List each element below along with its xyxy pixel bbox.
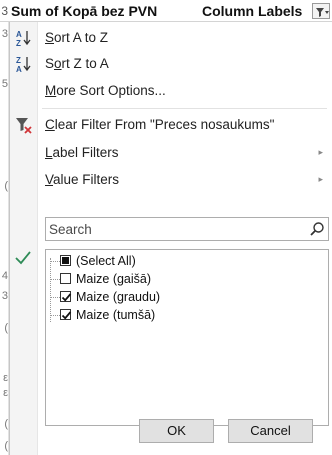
- svg-text:A: A: [16, 65, 22, 73]
- clear-filter-item[interactable]: Clear Filter From "Preces nosaukums": [10, 112, 332, 137]
- checkbox-check-icon: [61, 311, 72, 320]
- search-icon[interactable]: [309, 221, 325, 237]
- autofilter-menu: A Z Sort A to Z Z A Sort Z to A More Sor…: [9, 22, 332, 455]
- column-labels-header: Column Labels: [202, 3, 303, 19]
- sort-ascending-icon: A Z: [16, 30, 31, 47]
- filter-dropdown-button[interactable]: [312, 3, 330, 19]
- checkmark-icon: [15, 251, 31, 265]
- checkbox-check-icon: [61, 293, 72, 302]
- menu-separator: [42, 108, 327, 109]
- list-item-maize-tumsa[interactable]: Maize (tumšā): [46, 306, 328, 324]
- gutter-digit: 3: [1, 28, 8, 40]
- sort-z-to-a-label: Sort Z to A: [45, 56, 109, 71]
- gutter-digit: 4: [1, 270, 8, 282]
- ok-button[interactable]: OK: [139, 419, 214, 443]
- item-checkbox[interactable]: [60, 273, 71, 284]
- filter-values-list: (Select All) Maize (gaišā) Maize (graudu…: [45, 249, 329, 426]
- list-item-maize-graudu[interactable]: Maize (graudu): [46, 288, 328, 306]
- search-box: [45, 217, 329, 241]
- sort-a-to-z-item[interactable]: A Z Sort A to Z: [10, 25, 332, 50]
- label-filters-item[interactable]: Label Filters ▸: [10, 140, 332, 165]
- filter-dropdown-icon: [316, 8, 329, 17]
- gutter-digit: ε: [3, 372, 8, 384]
- cancel-button[interactable]: Cancel: [228, 419, 313, 443]
- select-all-checkbox[interactable]: [60, 255, 71, 266]
- list-item-label: Maize (graudu): [76, 290, 161, 304]
- gutter-digit: 5: [1, 78, 8, 90]
- more-sort-options-item[interactable]: More Sort Options...: [10, 78, 332, 103]
- clear-filter-icon: [16, 118, 32, 134]
- gutter-digit: (: [4, 440, 8, 452]
- gutter-digit: (: [4, 418, 8, 430]
- gutter-digit: (: [4, 322, 8, 334]
- list-item-maize-gaisa[interactable]: Maize (gaišā): [46, 270, 328, 288]
- row-number: 3: [1, 4, 8, 18]
- clear-filter-label: Clear Filter From "Preces nosaukums": [45, 117, 275, 132]
- submenu-arrow-icon: ▸: [318, 174, 323, 184]
- sort-descending-icon: Z A: [16, 56, 31, 73]
- more-sort-options-label: More Sort Options...: [45, 83, 166, 98]
- value-filters-label: Value Filters: [45, 172, 120, 187]
- item-checkbox[interactable]: [60, 309, 72, 320]
- pivot-header-row: 3 Sum of Kopā bez PVN Column Labels: [0, 0, 332, 22]
- sort-a-to-z-label: Sort A to Z: [45, 30, 109, 45]
- value-filters-item[interactable]: Value Filters ▸: [10, 167, 332, 192]
- list-item-select-all[interactable]: (Select All): [46, 252, 328, 270]
- gutter-digit: ε: [3, 387, 8, 399]
- row-gutter: 3 5 ( 4 3 ( ε ε ( (: [0, 22, 9, 455]
- svg-text:A: A: [16, 30, 22, 39]
- item-checkbox[interactable]: [60, 291, 72, 302]
- list-item-label: Maize (tumšā): [76, 308, 156, 322]
- label-filters-label: Label Filters: [45, 145, 119, 160]
- svg-text:Z: Z: [16, 56, 21, 65]
- pivot-values-label: Sum of Kopā bez PVN: [11, 3, 158, 19]
- list-item-label: (Select All): [76, 254, 136, 268]
- sort-z-to-a-item[interactable]: Z A Sort Z to A: [10, 51, 332, 76]
- list-item-label: Maize (gaišā): [76, 272, 152, 286]
- gutter-digit: (: [4, 180, 8, 192]
- search-input[interactable]: [46, 218, 304, 240]
- svg-text:Z: Z: [16, 39, 21, 47]
- submenu-arrow-icon: ▸: [318, 147, 323, 157]
- gutter-digit: 3: [1, 290, 8, 302]
